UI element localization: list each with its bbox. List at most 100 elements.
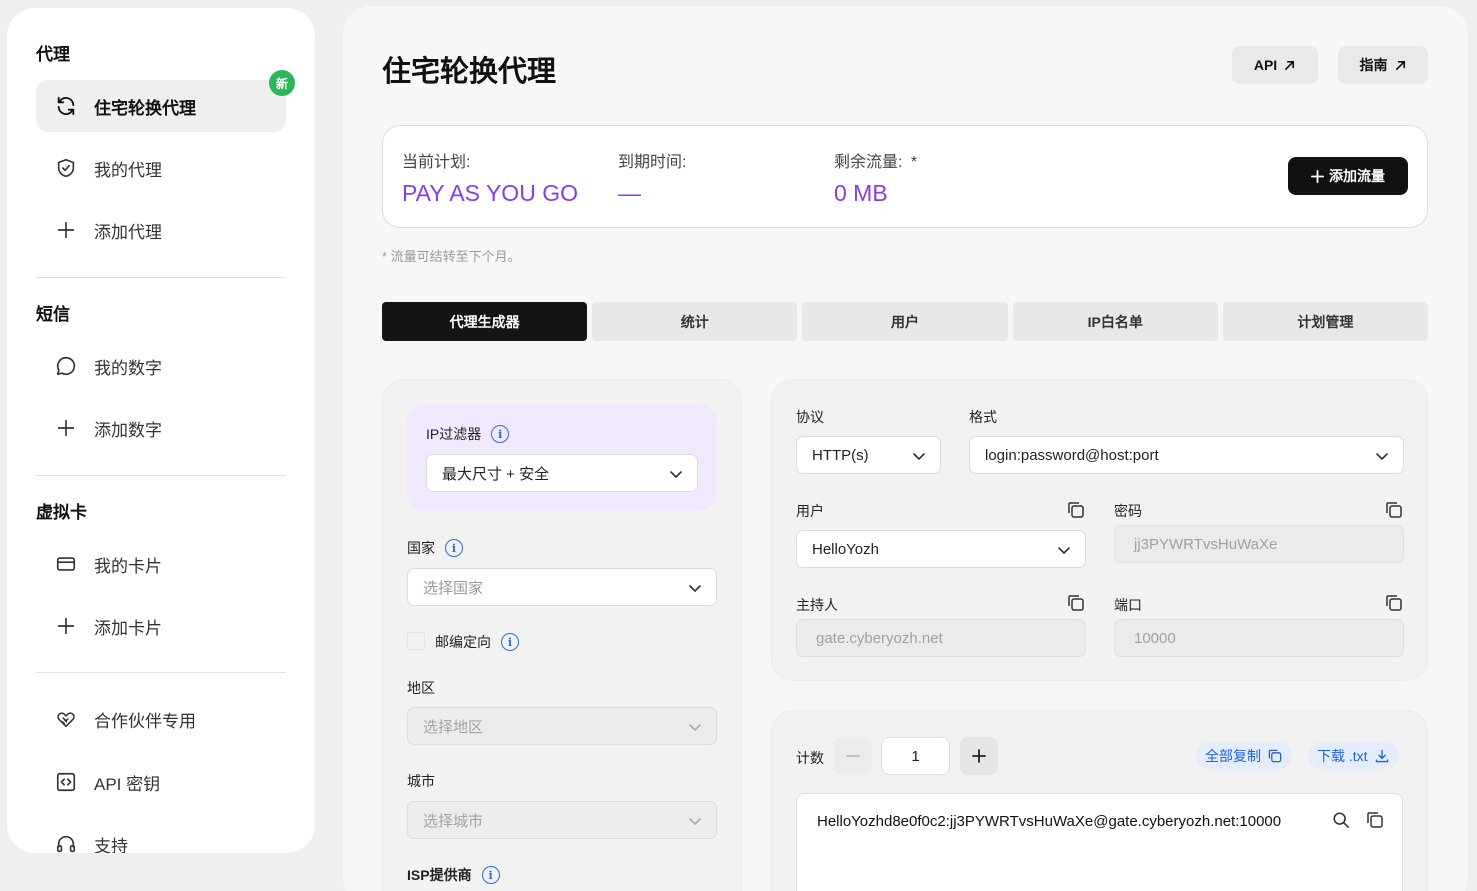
info-icon[interactable]: i bbox=[501, 633, 519, 651]
sidebar-item-add-card[interactable]: 添加卡片 bbox=[36, 600, 286, 652]
format-value: login:password@host:port bbox=[985, 446, 1159, 464]
format-select[interactable]: login:password@host:port bbox=[969, 436, 1404, 474]
copy-icon[interactable] bbox=[1384, 500, 1404, 520]
minus-icon bbox=[846, 755, 860, 757]
region-select[interactable]: 选择地区 bbox=[407, 707, 717, 745]
protocol-value: HTTP(s) bbox=[812, 446, 869, 464]
sidebar-item-my-proxies[interactable]: 我的代理 bbox=[36, 142, 286, 194]
copy-all-label: 全部复制 bbox=[1205, 747, 1261, 764]
sidebar-item-label: 我的代理 bbox=[94, 160, 162, 180]
code-icon bbox=[54, 770, 78, 794]
divider bbox=[36, 475, 286, 476]
port-field[interactable]: 10000 bbox=[1114, 619, 1404, 657]
copy-icon[interactable] bbox=[1384, 593, 1404, 613]
sidebar-item-label: 合作伙伴专用 bbox=[94, 711, 196, 731]
filters-panel: IP过滤器 i 最大尺寸 + 安全 国家 i 选择国家 邮编定向 i 地区 选择… bbox=[382, 379, 742, 891]
host-field[interactable]: gate.cyberyozh.net bbox=[796, 619, 1086, 657]
zip-label: 邮编定向 bbox=[435, 634, 491, 650]
chevron-down-icon bbox=[689, 724, 701, 731]
format-label: 格式 bbox=[969, 409, 997, 425]
copy-icon bbox=[1268, 749, 1282, 762]
sidebar-item-my-cards[interactable]: 我的卡片 bbox=[36, 538, 286, 590]
headset-icon bbox=[54, 832, 78, 853]
protocol-select[interactable]: HTTP(s) bbox=[796, 436, 941, 474]
info-icon[interactable]: i bbox=[481, 866, 500, 884]
tab-ip-whitelist[interactable]: IP白名单 bbox=[1012, 302, 1218, 341]
credit-card-icon bbox=[54, 552, 78, 576]
add-traffic-label: 添加流量 bbox=[1329, 168, 1385, 184]
copy-icon[interactable] bbox=[1066, 593, 1086, 613]
sidebar-item-api-keys[interactable]: API 密钥 bbox=[36, 756, 286, 808]
traffic-asterisk: * bbox=[910, 154, 918, 171]
plus-icon bbox=[54, 614, 78, 638]
tab-bar: 代理生成器 统计 用户 IP白名单 计划管理 bbox=[382, 302, 1429, 341]
isp-label-row: ISP提供商 i bbox=[407, 865, 500, 885]
tab-statistics[interactable]: 统计 bbox=[592, 302, 798, 341]
copy-all-button[interactable]: 全部复制 bbox=[1196, 742, 1292, 769]
sidebar-item-rotating-residential[interactable]: 住宅轮换代理 bbox=[36, 80, 286, 132]
chevron-down-icon bbox=[670, 471, 682, 478]
traffic-label: 剩余流量: bbox=[834, 154, 903, 171]
expiry-label: 到期时间: bbox=[618, 154, 687, 171]
chat-bubble-icon bbox=[54, 354, 78, 378]
user-select[interactable]: HelloYozh bbox=[796, 530, 1086, 568]
user-label: 用户 bbox=[796, 503, 824, 519]
divider bbox=[36, 277, 286, 278]
remaining-traffic: 剩余流量: * 0 MB bbox=[834, 148, 917, 207]
info-icon[interactable]: i bbox=[491, 425, 510, 443]
search-icon[interactable] bbox=[1332, 811, 1350, 829]
section-title-sms: 短信 bbox=[36, 305, 70, 324]
city-select[interactable]: 选择城市 bbox=[407, 801, 717, 839]
traffic-note: * 流量可结转至下个月。 bbox=[382, 249, 521, 264]
tab-plan-management[interactable]: 计划管理 bbox=[1222, 302, 1429, 341]
ip-filter-value: 最大尺寸 + 安全 bbox=[442, 465, 550, 483]
download-icon bbox=[1375, 749, 1388, 762]
count-input[interactable]: 1 bbox=[881, 737, 950, 775]
copy-icon[interactable] bbox=[1066, 500, 1086, 520]
country-label-row: 国家 i bbox=[407, 538, 463, 558]
guide-button[interactable]: 指南 bbox=[1338, 46, 1428, 84]
download-txt-button[interactable]: 下载 .txt bbox=[1308, 742, 1399, 769]
increment-button[interactable] bbox=[960, 737, 998, 775]
download-label: 下载 .txt bbox=[1317, 747, 1368, 764]
proxy-output-box[interactable]: HelloYozhd8e0f0c2:jj3PYWRTvsHuWaXe@gate.… bbox=[796, 793, 1403, 891]
sidebar-item-add-number[interactable]: 添加数字 bbox=[36, 402, 286, 454]
sidebar-item-label: 添加代理 bbox=[94, 222, 162, 242]
chevron-down-icon bbox=[1058, 547, 1070, 554]
guide-button-label: 指南 bbox=[1359, 57, 1388, 73]
ip-filter-select[interactable]: 最大尺寸 + 安全 bbox=[426, 454, 698, 492]
host-label: 主持人 bbox=[796, 597, 838, 613]
connection-panel: 协议 HTTP(s) 格式 login:password@host:port 用… bbox=[771, 379, 1428, 681]
plus-icon bbox=[54, 218, 78, 242]
tab-proxy-generator[interactable]: 代理生成器 bbox=[382, 302, 588, 341]
zip-targeting-checkbox[interactable] bbox=[407, 632, 425, 650]
country-select[interactable]: 选择国家 bbox=[407, 568, 717, 606]
current-plan-value: PAY AS YOU GO bbox=[402, 180, 578, 206]
sidebar-item-support[interactable]: 支持 bbox=[36, 818, 286, 853]
add-traffic-button[interactable]: 添加流量 bbox=[1288, 157, 1408, 195]
region-placeholder: 选择地区 bbox=[423, 718, 484, 736]
traffic-value: 0 MB bbox=[834, 180, 888, 206]
decrement-button[interactable] bbox=[834, 737, 872, 775]
expiry: 到期时间: — bbox=[618, 148, 686, 207]
password-label: 密码 bbox=[1114, 503, 1142, 519]
new-badge: 新 bbox=[269, 70, 295, 96]
chevron-down-icon bbox=[689, 585, 701, 592]
sidebar-item-my-numbers[interactable]: 我的数字 bbox=[36, 340, 286, 392]
sidebar-item-label: 支持 bbox=[94, 836, 128, 854]
api-button[interactable]: API bbox=[1232, 46, 1318, 84]
info-icon[interactable]: i bbox=[445, 539, 463, 557]
divider bbox=[36, 672, 286, 673]
shield-check-icon bbox=[54, 156, 78, 180]
password-field[interactable]: jj3PYWRTvsHuWaXe bbox=[1114, 525, 1404, 563]
protocol-label: 协议 bbox=[796, 409, 824, 425]
api-button-label: API bbox=[1253, 57, 1278, 73]
copy-icon[interactable] bbox=[1365, 810, 1385, 830]
isp-label: ISP提供商 bbox=[407, 867, 472, 883]
sidebar-item-add-proxy[interactable]: 添加代理 bbox=[36, 204, 286, 256]
tab-users[interactable]: 用户 bbox=[802, 302, 1008, 341]
arrow-up-right-icon bbox=[1285, 60, 1295, 70]
chevron-down-icon bbox=[1376, 453, 1388, 460]
sidebar-item-partners[interactable]: 合作伙伴专用 bbox=[36, 693, 286, 745]
user-value: HelloYozh bbox=[812, 540, 879, 558]
